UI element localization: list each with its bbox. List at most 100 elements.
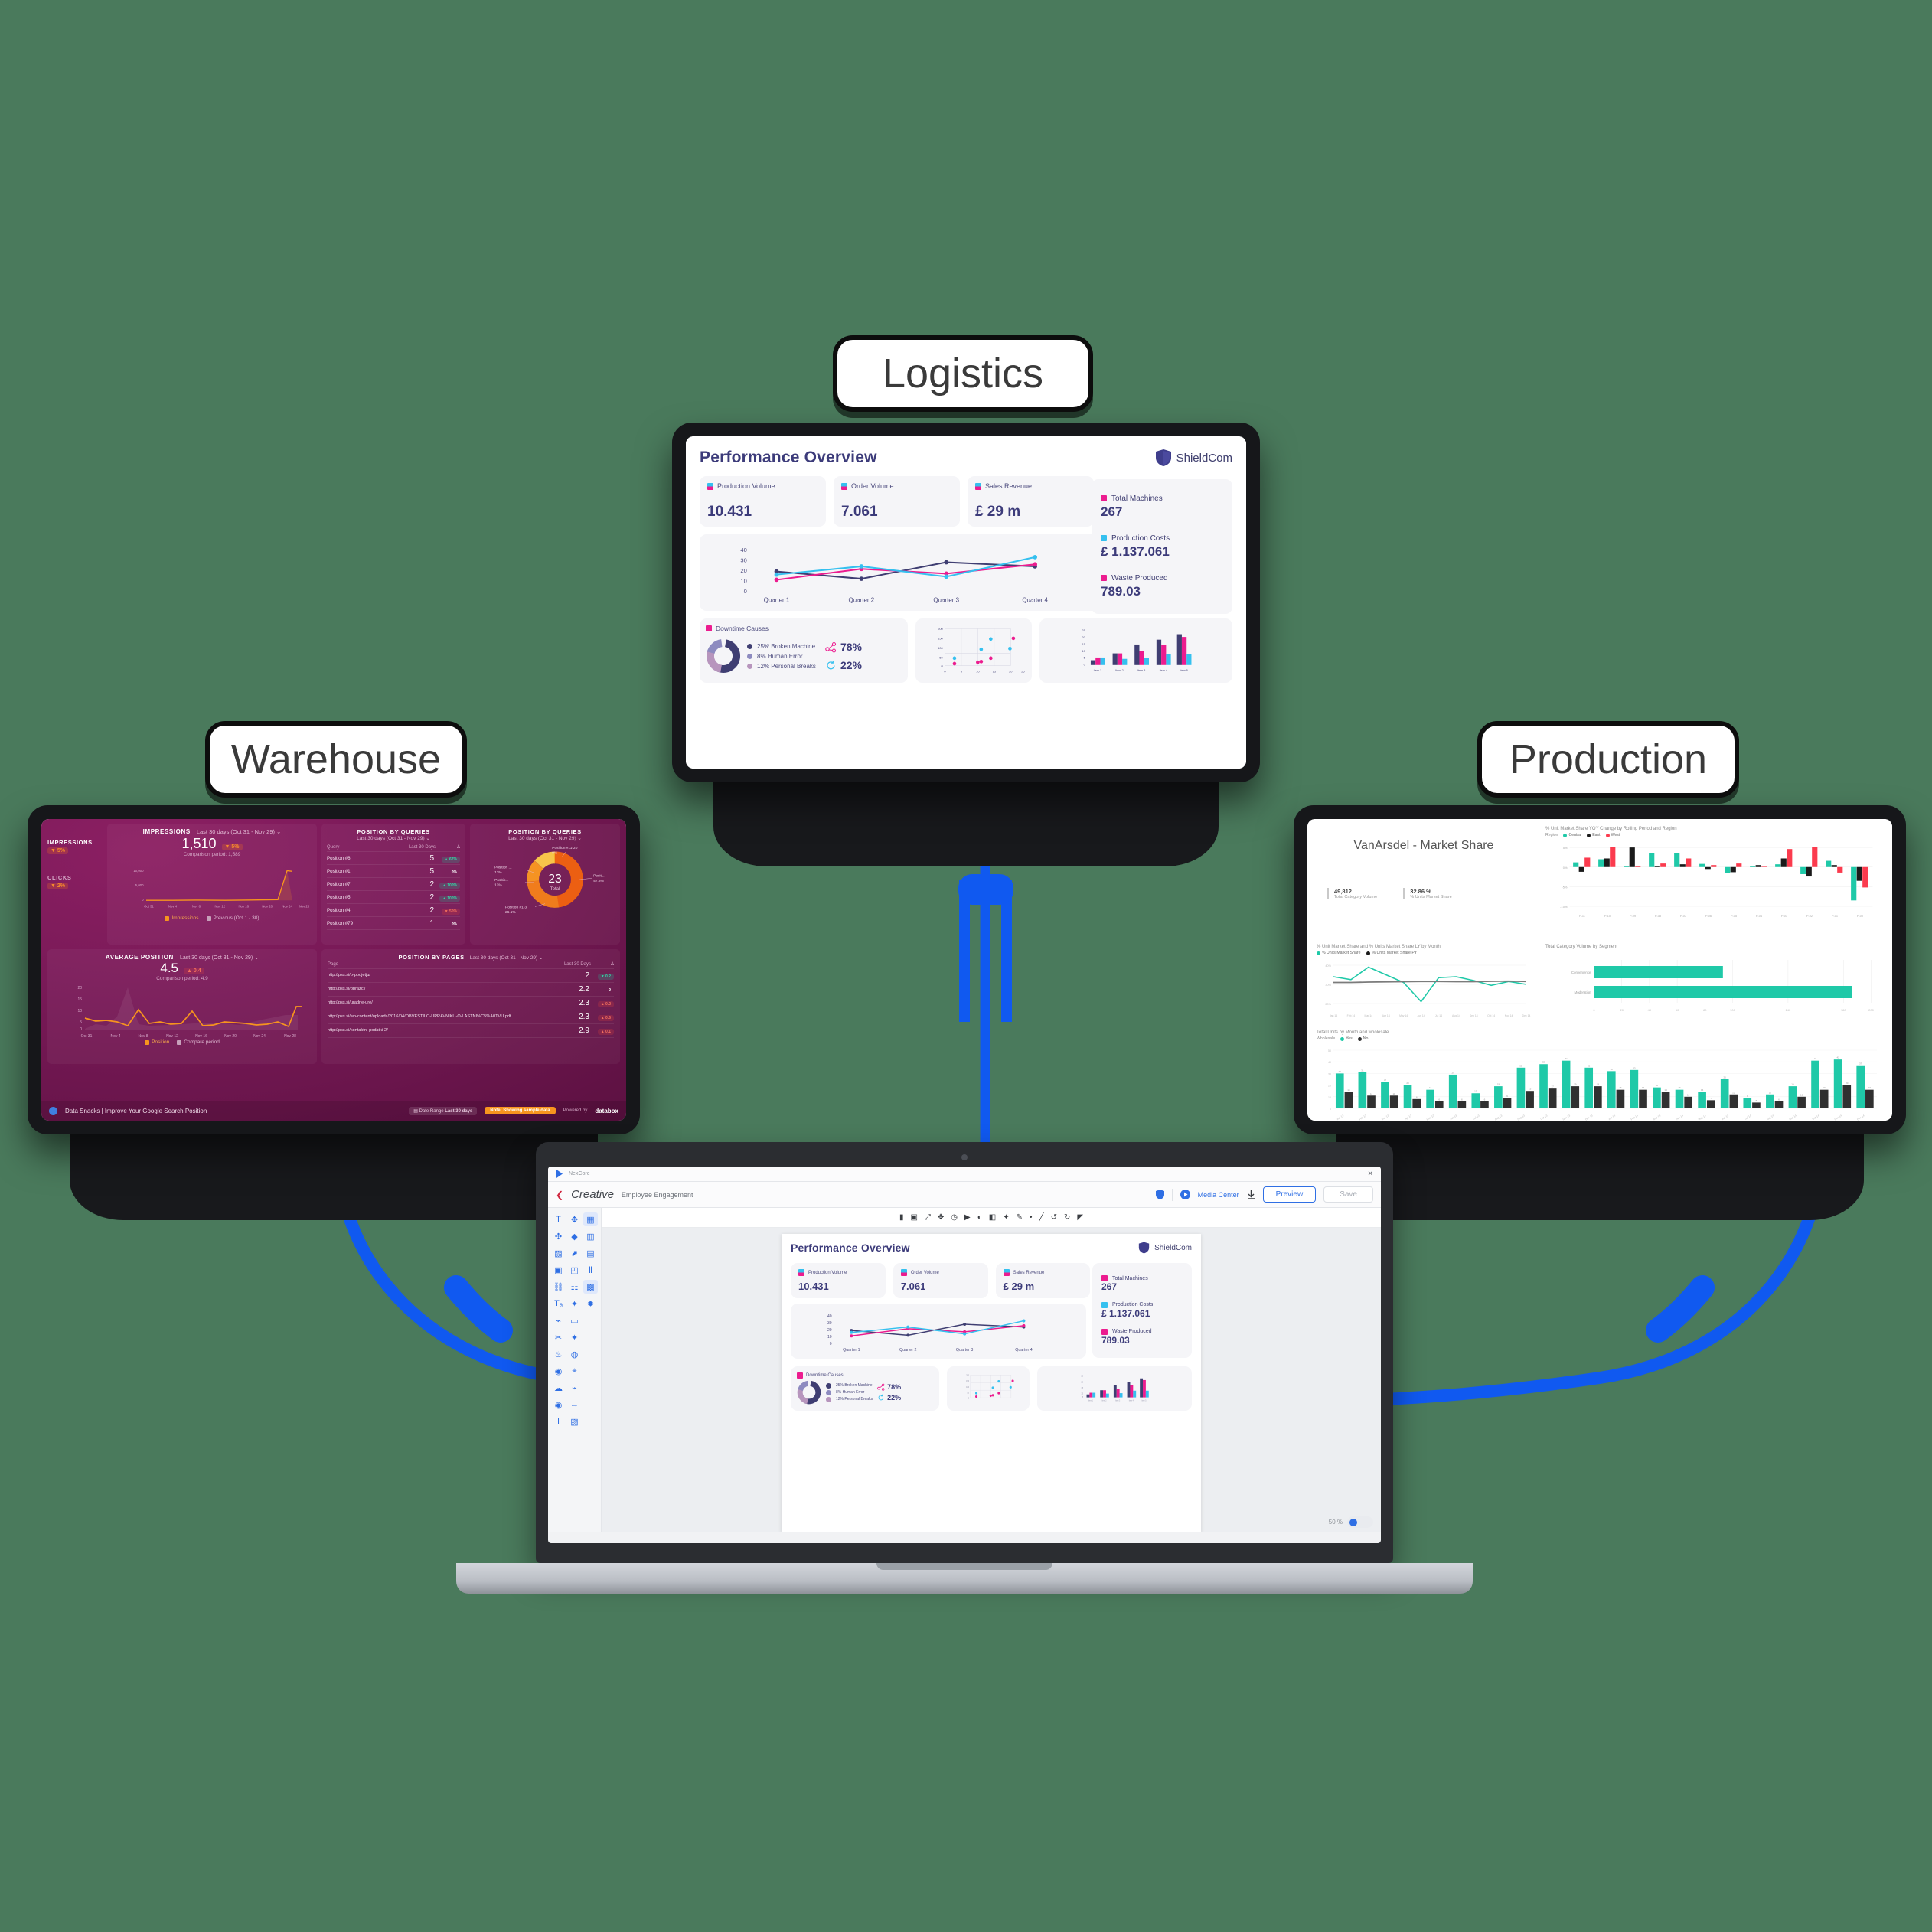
zoom-toggle[interactable] — [1347, 1516, 1373, 1528]
calendar-icon[interactable]: ▤ — [583, 1246, 598, 1260]
filter-icon[interactable]: ▣ — [910, 1213, 917, 1222]
pen-icon[interactable]: I — [551, 1415, 566, 1428]
grid-icon[interactable]: ⚏ — [567, 1280, 582, 1294]
market-share-line-card: % Unit Market Share and % Units Market S… — [1317, 945, 1531, 1027]
zoom-control[interactable]: 50 % — [1329, 1516, 1373, 1528]
svg-text:Oct 13: Oct 13 — [1540, 1114, 1549, 1121]
save-button[interactable]: Save — [1323, 1186, 1373, 1203]
donut-range[interactable]: Last 30 days (Oct 31 - Nov 29) ⌄ — [475, 835, 615, 841]
twitter-icon[interactable]: ✦ — [567, 1330, 582, 1344]
rail-item-clicks[interactable]: CLICKS ▼ 2% — [47, 874, 103, 889]
media-center-label[interactable]: Media Center — [1198, 1191, 1239, 1199]
table-row[interactable]: http://pss.si/wp-content/uploads/2016/04… — [328, 1010, 614, 1024]
cloud-icon[interactable]: ☁ — [551, 1381, 566, 1395]
canvas-area[interactable]: Performance Overview ShieldCom Productio… — [602, 1228, 1381, 1532]
vanarsdel-kpi: 32.86 % % Units Market Share — [1403, 888, 1452, 899]
connect-icon[interactable]: ↔ — [567, 1398, 582, 1411]
rotate-icon[interactable]: ◷ — [951, 1213, 958, 1222]
datasnacks-icon — [49, 1106, 57, 1115]
units-chart-title: Total Units by Month and wholesale — [1317, 1030, 1389, 1035]
image-icon[interactable]: ▨ — [551, 1246, 566, 1260]
play-icon[interactable]: ▶ — [964, 1213, 971, 1222]
share-icon[interactable]: ✂ — [551, 1330, 566, 1344]
table-row[interactable]: http://pss.si/uradne-ure/2.3 ▲ 0.2 — [328, 997, 614, 1010]
vanarsdel-header-block: VanArsdel - Market Share 49,812 Total Ca… — [1317, 827, 1531, 942]
table-row[interactable]: Position #1 5 0% — [327, 865, 460, 878]
preview-button[interactable]: Preview — [1262, 1186, 1317, 1203]
queries-range[interactable]: Last 30 days (Oct 31 - Nov 29) ⌄ — [327, 835, 460, 841]
wand-icon[interactable]: ✦ — [1003, 1213, 1009, 1222]
link-icon[interactable]: ⛓ — [551, 1280, 566, 1294]
table-row[interactable]: Position #7 2 ▲ 100% — [327, 878, 460, 891]
impressions-range[interactable]: Last 30 days (Oct 31 - Nov 29) ⌄ — [197, 828, 282, 835]
databox-metric-rail: IMPRESSIONS ▼ 5% CLICKS ▼ 2% — [47, 824, 103, 945]
undo-icon[interactable]: ↺ — [1051, 1213, 1057, 1222]
svg-text:Mar 14: Mar 14 — [1653, 1114, 1661, 1121]
rail-item-impressions[interactable]: IMPRESSIONS ▼ 5% — [47, 839, 103, 854]
target-icon[interactable]: ◉ — [551, 1398, 566, 1411]
table-row[interactable]: Position #4 2 ▼ 50% — [327, 904, 460, 917]
media-center-icon[interactable] — [1180, 1190, 1190, 1199]
github-icon[interactable]: ◉ — [551, 1364, 566, 1378]
eraser-icon[interactable]: ✎ — [1017, 1213, 1023, 1222]
flame-icon[interactable]: ♨ — [551, 1347, 566, 1361]
rss-icon[interactable]: ⌁ — [551, 1314, 566, 1327]
canvas-slide[interactable]: Performance Overview ShieldCom Productio… — [782, 1234, 1201, 1532]
rail-delta: ▼ 5% — [47, 847, 68, 854]
globe-icon[interactable]: ◍ — [567, 1347, 582, 1361]
crop-icon[interactable]: ▮ — [899, 1213, 904, 1222]
chevron-left-icon[interactable]: ❮ — [556, 1190, 563, 1200]
table-row[interactable]: Position #6 5 ▲ 67% — [327, 852, 460, 865]
table-row[interactable]: Position #5 2 ▲ 100% — [327, 891, 460, 904]
shield-icon[interactable] — [1155, 1190, 1164, 1199]
droplet-icon[interactable]: ◐ — [977, 1213, 982, 1222]
close-icon[interactable]: ✕ — [1367, 1170, 1373, 1178]
sticker-icon[interactable]: ◆ — [567, 1229, 582, 1243]
table-row[interactable]: http://pss.si/kontaktni-podatki-2/2.9 ▲ 0… — [328, 1024, 614, 1038]
tool-empty — [583, 1347, 598, 1361]
checkbox-icon — [177, 1039, 182, 1045]
svg-text:10: 10 — [740, 577, 746, 584]
table-row[interactable]: Position #79 1 0% — [327, 917, 460, 930]
text-icon[interactable]: T — [551, 1212, 566, 1226]
download-icon[interactable] — [1247, 1190, 1255, 1199]
settings-icon[interactable]: ✹ — [583, 1297, 598, 1310]
date-range-chip[interactable]: ▤ Date Range Last 30 days — [409, 1106, 478, 1115]
table-row[interactable]: http://pss.si/o-podjetju/2 ▼ 0.2 — [328, 969, 614, 983]
typography-icon[interactable]: Tₐ — [551, 1297, 566, 1310]
chart-icon[interactable]: ▥ — [583, 1229, 598, 1243]
page-delta: 0 — [609, 988, 611, 993]
position-donut-chart: 23 Total Position #11-200% Position ...1 — [494, 846, 605, 915]
legend-impressions[interactable]: Impressions — [165, 915, 199, 921]
contrast-icon[interactable]: ◧ — [989, 1213, 996, 1222]
people-icon[interactable]: ⅱ — [583, 1263, 598, 1277]
redo-icon[interactable]: ↻ — [1064, 1213, 1070, 1222]
paint-icon[interactable]: ◤ — [1077, 1213, 1083, 1222]
upload-icon[interactable]: ⬈ — [567, 1246, 582, 1260]
export-icon[interactable]: ▧ — [567, 1415, 582, 1428]
svg-text:19: 19 — [1597, 1083, 1600, 1086]
shapes-icon[interactable]: ✥ — [567, 1212, 582, 1226]
svg-text:37: 37 — [1859, 1062, 1862, 1065]
move-icon[interactable]: ✣ — [551, 1229, 566, 1243]
comment-icon[interactable]: ▭ — [567, 1314, 582, 1327]
move-icon[interactable]: ✥ — [938, 1213, 944, 1222]
resize-icon[interactable]: ⤢ — [925, 1213, 931, 1222]
layout-icon[interactable]: ▦ — [583, 1212, 598, 1226]
legend-previous[interactable]: Previous (Oct 1 - 30) — [206, 915, 259, 921]
video-icon[interactable]: ▣ — [551, 1263, 566, 1277]
legend-compare[interactable]: Compare period — [177, 1039, 220, 1045]
pin-icon[interactable]: ✦ — [567, 1297, 582, 1310]
svg-text:Item 5: Item 5 — [1141, 1400, 1147, 1402]
shieldcom-brand: ShieldCom — [1155, 449, 1232, 467]
location-icon[interactable]: ⌖ — [567, 1364, 582, 1378]
frame-icon[interactable]: ◰ — [567, 1263, 582, 1277]
line-icon[interactable]: ╱ — [1039, 1213, 1044, 1222]
analytics-icon[interactable]: ⌁ — [567, 1381, 582, 1395]
legend-position[interactable]: Position — [145, 1039, 169, 1045]
pen-icon[interactable]: • — [1030, 1213, 1033, 1222]
template-icon[interactable]: ▩ — [583, 1280, 598, 1294]
table-row[interactable]: http://pss.si/obrazci/2.2 0 — [328, 983, 614, 997]
pages-range[interactable]: Last 30 days (Oct 31 - Nov 29) ⌄ — [470, 955, 543, 961]
avg-position-range[interactable]: Last 30 days (Oct 31 - Nov 29) ⌄ — [180, 955, 259, 961]
